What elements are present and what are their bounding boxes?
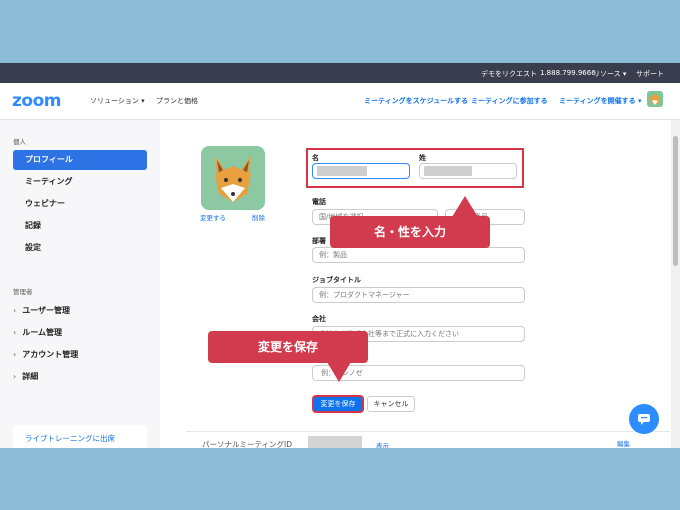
callout-arrow-up [452,196,478,217]
sidebar: 個人 プロフィール ミーティング ウェビナー 記録 設定 管理者 › ユーザー管理… [0,120,160,448]
cancel-button[interactable]: キャンセル [367,396,415,412]
last-name-label: 姓 [419,154,426,162]
last-name-field[interactable] [419,163,517,179]
chat-icon [638,414,650,425]
sidebar-item-settings[interactable]: 設定 [13,238,147,258]
scrollbar-thumb[interactable] [673,136,678,266]
chevron-right-icon: › [13,306,17,315]
job-title-label: ジョブタイトル [312,276,361,284]
sidebar-group-label: 詳細 [22,372,39,381]
personal-section-header: 個人 [13,138,26,146]
fox-avatar-icon [215,156,251,202]
first-name-label: 名 [312,154,319,162]
admin-section-header: 管理者 [13,288,33,296]
chevron-right-icon: › [13,328,17,337]
company-label: 会社 [312,315,326,323]
sidebar-group-label: アカウント管理 [22,350,79,359]
redacted-value [317,166,367,176]
resources-menu[interactable]: リソース ▾ [593,69,626,79]
top-utility-bar: デモをリクエスト 1.888.799.9666 リソース ▾ サポート [0,63,680,83]
profile-picture[interactable] [201,146,265,210]
redacted-pmi [308,436,362,448]
main-nav: zoom ソリューション ▾ プランと価格 ミーティングをスケジュールする ミー… [0,83,680,120]
live-training-card[interactable]: ライブトレーニングに出席 [13,425,147,448]
host-meeting-menu[interactable]: ミーティングを開催する ▾ [559,96,642,106]
sidebar-item-profile[interactable]: プロフィール [13,150,147,170]
first-name-field[interactable] [312,163,410,179]
user-avatar[interactable] [647,91,663,107]
chevron-right-icon: › [13,372,17,381]
save-callout: 変更を保存 [208,331,368,363]
support-link[interactable]: サポート [636,69,664,79]
job-title-placeholder: 例：プロダクトマネージャー [319,291,410,299]
sidebar-group-user-management[interactable]: › ユーザー管理 [13,305,70,316]
sidebar-group-account-management[interactable]: › アカウント管理 [13,349,78,360]
fox-avatar-icon [650,94,660,105]
save-changes-button[interactable]: 変更を保存 [313,396,363,412]
chevron-right-icon: › [13,350,17,359]
callout-arrow-down [327,362,351,382]
sidebar-item-webinars[interactable]: ウェビナー [13,194,147,214]
profile-form: 変更する 削除 名 姓 電話 国/地域を選択⌄ 番号 部署 例：製品 ジョブタイ… [160,120,670,448]
sidebar-group-label: ルーム管理 [22,328,62,337]
show-pmi-link[interactable]: 表示 [376,440,389,448]
phone-number: 1.888.799.9666 [540,69,596,77]
department-field[interactable]: 例：製品 [312,247,525,263]
zoom-logo[interactable]: zoom [12,91,61,111]
plans-link[interactable]: プランと価格 [156,96,198,106]
request-demo-link[interactable]: デモをリクエスト [481,69,537,79]
phone-label: 電話 [312,198,326,206]
delete-picture-link[interactable]: 削除 [252,212,265,222]
browser-page: デモをリクエスト 1.888.799.9666 リソース ▾ サポート zoom… [0,63,680,448]
sidebar-item-meetings[interactable]: ミーティング [13,172,147,192]
name-entry-callout: 名・性を入力 [330,216,490,248]
pmi-label: パーソナルミーティングID [202,440,293,448]
change-picture-link[interactable]: 変更する [200,212,226,222]
job-title-field[interactable]: 例：プロダクトマネージャー [312,287,525,303]
redacted-value [424,166,472,176]
department-label: 部署 [312,237,326,245]
sidebar-group-room-management[interactable]: › ルーム管理 [13,327,62,338]
edit-pmi-link[interactable]: 編集 [617,438,630,448]
department-placeholder: 例：製品 [319,251,347,259]
sidebar-group-label: ユーザー管理 [22,306,71,315]
join-meeting-link[interactable]: ミーティングに参加する [471,96,548,106]
chat-button[interactable] [629,404,659,434]
page-scrollbar[interactable] [671,120,680,448]
schedule-meeting-link[interactable]: ミーティングをスケジュールする [364,96,468,106]
sidebar-item-recordings[interactable]: 記録 [13,216,147,236]
section-divider [186,431,670,432]
solutions-menu[interactable]: ソリューション ▾ [90,96,145,106]
sidebar-group-advanced[interactable]: › 詳細 [13,371,38,382]
